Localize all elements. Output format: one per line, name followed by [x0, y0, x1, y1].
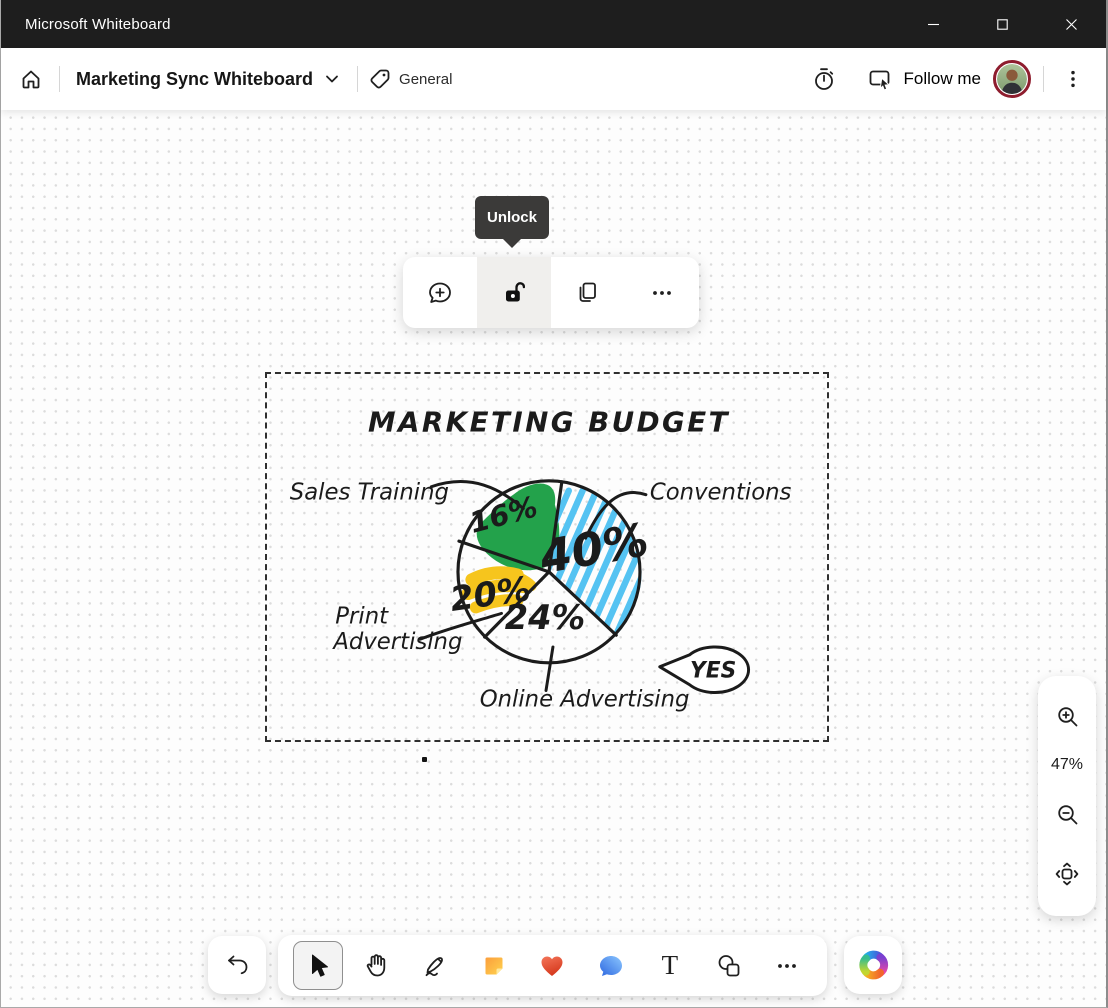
label-print-line2: Advertising	[331, 629, 462, 655]
copilot-icon	[855, 947, 891, 983]
undo-icon	[223, 951, 251, 979]
toolbar-more-button[interactable]	[762, 941, 812, 990]
label-print-line1: Print	[335, 603, 389, 629]
chevron-down-icon	[323, 70, 341, 88]
heart-icon	[538, 952, 566, 980]
follow-me-label: Follow me	[904, 69, 981, 89]
maximize-icon	[997, 19, 1008, 30]
home-button[interactable]	[13, 61, 49, 97]
zoom-out-icon	[1055, 802, 1080, 827]
zoom-in-button[interactable]	[1049, 698, 1086, 735]
ellipsis-icon	[647, 279, 677, 307]
yes-label: YES	[690, 659, 736, 684]
fit-to-screen-button[interactable]	[1047, 854, 1087, 894]
close-icon	[1066, 19, 1077, 30]
divider	[59, 66, 60, 92]
unlock-tooltip-label: Unlock	[487, 209, 537, 226]
tag-icon	[368, 67, 392, 91]
pen-icon	[421, 952, 449, 980]
comment-bubble-icon	[597, 952, 625, 980]
shapes-icon	[715, 952, 743, 980]
lock-icon	[499, 279, 529, 307]
avatar-photo	[997, 64, 1027, 94]
header-left: Marketing Sync Whiteboard General	[13, 61, 452, 97]
duplicate-button[interactable]	[551, 257, 625, 328]
zoom-level: 47%	[1051, 756, 1083, 774]
header-right: Follow me	[805, 60, 1090, 99]
ink-dot	[422, 757, 427, 762]
label-sales-training: Sales Training	[290, 480, 449, 506]
ink-tool[interactable]	[410, 941, 460, 990]
app-title: Microsoft Whiteboard	[1, 16, 171, 33]
unlock-button[interactable]	[477, 257, 551, 328]
home-icon	[19, 67, 43, 91]
minimize-icon	[928, 19, 939, 30]
ellipsis-icon	[773, 952, 801, 980]
divider	[357, 66, 358, 92]
sticky-note-icon	[480, 952, 508, 980]
minimize-button[interactable]	[899, 0, 968, 48]
fit-screen-icon	[1053, 860, 1081, 888]
timer-icon	[811, 66, 837, 92]
pan-tool[interactable]	[351, 941, 401, 990]
present-cursor-icon	[867, 66, 894, 93]
zoom-panel: 47%	[1038, 676, 1096, 916]
board-title[interactable]: Marketing Sync Whiteboard	[76, 69, 313, 90]
board-menu-button[interactable]	[317, 64, 347, 94]
zoom-out-button[interactable]	[1049, 796, 1086, 833]
comment-tool[interactable]	[586, 941, 636, 990]
pct-online-advertising: 24%	[505, 598, 585, 637]
selection-toolbar	[403, 257, 699, 328]
shapes-tool[interactable]	[704, 941, 754, 990]
window-controls	[899, 0, 1106, 48]
avatar[interactable]	[993, 60, 1031, 98]
hand-icon	[362, 952, 390, 980]
comment-add-icon	[425, 279, 455, 307]
maximize-button[interactable]	[968, 0, 1037, 48]
zoom-in-icon	[1055, 704, 1080, 729]
timer-button[interactable]	[805, 60, 843, 98]
label-online-advertising: Online Advertising	[480, 686, 690, 712]
selection-more-button[interactable]	[625, 257, 699, 328]
select-tool[interactable]	[293, 941, 343, 990]
drawing-title: MARKETING BUDGET	[368, 405, 730, 438]
more-vertical-icon	[1062, 67, 1084, 91]
follow-me-button[interactable]: Follow me	[861, 60, 993, 99]
text-tool-glyph: T	[662, 952, 679, 979]
marketing-budget-drawing: MARKETING BUDGET 16% 40% 20% 24%	[267, 374, 827, 740]
reaction-tool[interactable]	[527, 941, 577, 990]
add-comment-button[interactable]	[403, 257, 477, 328]
text-tool[interactable]: T	[645, 941, 695, 990]
copy-icon	[573, 279, 603, 307]
close-button[interactable]	[1037, 0, 1106, 48]
note-tool[interactable]	[469, 941, 519, 990]
cursor-icon	[304, 952, 332, 980]
header: Marketing Sync Whiteboard General	[1, 48, 1106, 110]
category-label[interactable]: General	[399, 71, 452, 88]
header-more-button[interactable]	[1056, 61, 1090, 97]
copilot-button[interactable]	[844, 936, 902, 994]
selected-image[interactable]: MARKETING BUDGET 16% 40% 20% 24%	[265, 372, 829, 742]
titlebar: Microsoft Whiteboard	[1, 0, 1106, 48]
divider	[1043, 66, 1044, 92]
label-conventions: Conventions	[650, 480, 792, 506]
unlock-tooltip: Unlock	[475, 196, 549, 239]
undo-button[interactable]	[208, 936, 266, 994]
tool-toolbar: T	[278, 935, 827, 996]
